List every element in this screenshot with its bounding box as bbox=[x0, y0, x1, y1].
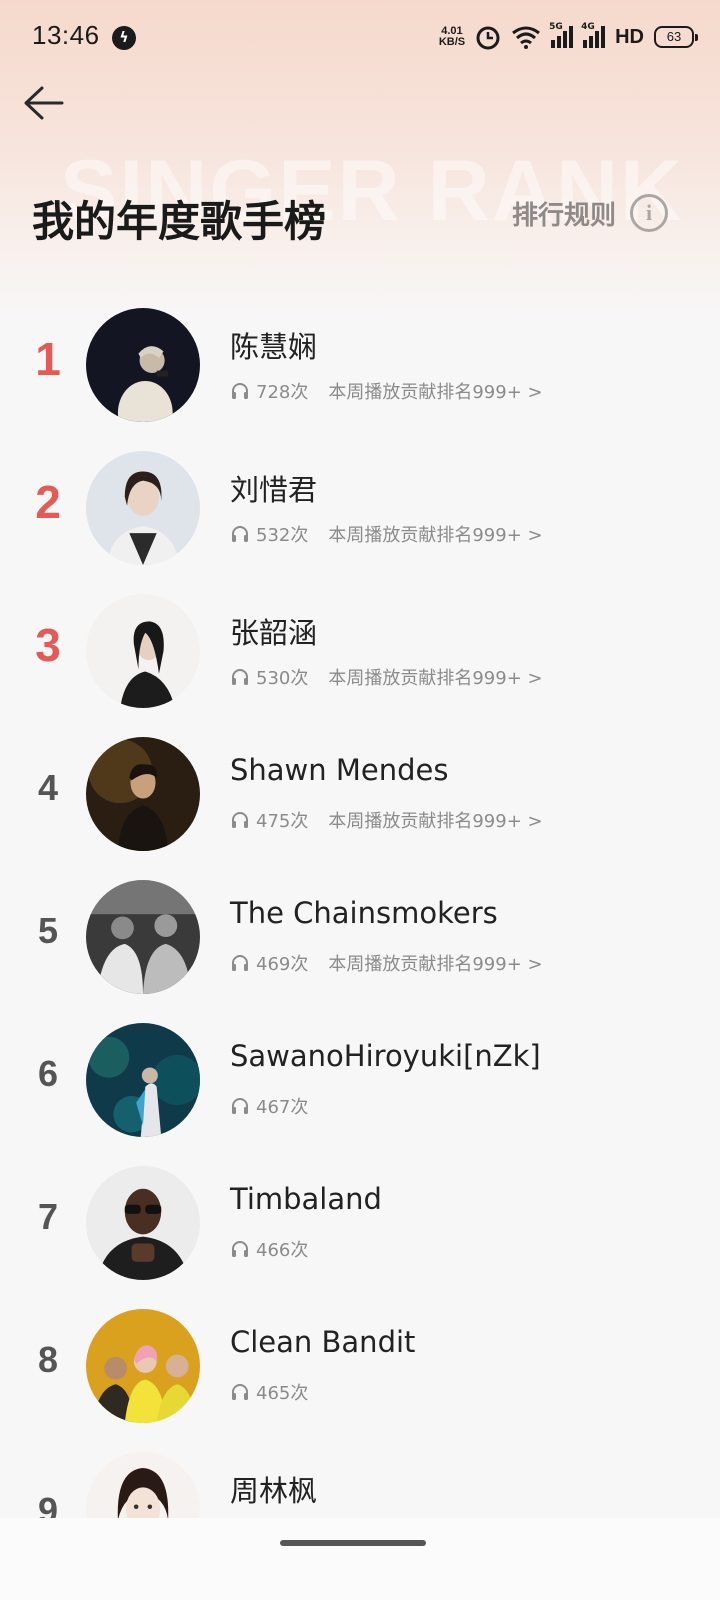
rank-number: 9 bbox=[37, 1490, 59, 1520]
rank-number: 1 bbox=[35, 333, 61, 385]
arrow-left-icon bbox=[24, 86, 64, 120]
play-count: 467次 bbox=[256, 1097, 309, 1118]
headphones-icon bbox=[232, 669, 248, 685]
rank-number: 2 bbox=[35, 476, 61, 528]
network-speed-unit: KB/S bbox=[438, 36, 466, 48]
artist-row[interactable]: 8 Clean Bandit 465次 bbox=[0, 1305, 720, 1448]
play-stats: 465次 bbox=[230, 1379, 328, 1405]
rank-number: 4 bbox=[37, 767, 59, 808]
headphones-icon bbox=[232, 812, 248, 828]
status-time: 13:46 bbox=[32, 20, 100, 50]
back-button[interactable] bbox=[20, 80, 68, 128]
system-navigation-bar bbox=[0, 1518, 720, 1600]
artist-row[interactable]: 6 SawanoHiroyuki[nZk] 467次 bbox=[0, 1019, 720, 1162]
network-speed: 4.01 KB/S bbox=[439, 26, 465, 48]
play-stats: 532次 本周播放贡献排名999+ > bbox=[230, 521, 543, 547]
status-bar: 13:46 ϟ 4.01 KB/S 5G 4G HD 63 bbox=[0, 0, 720, 74]
signal-5g-icon: 5G bbox=[549, 22, 574, 48]
artist-name: 陈慧娴 bbox=[230, 330, 318, 364]
weekly-contribution-link[interactable]: 本周播放贡献排名999+ > bbox=[328, 378, 542, 404]
play-count: 466次 bbox=[256, 1240, 309, 1261]
play-stats: 728次 本周播放贡献排名999+ > bbox=[230, 378, 543, 404]
rank-number: 6 bbox=[37, 1053, 59, 1094]
artist-name: Timbaland bbox=[230, 1182, 382, 1216]
rank-number: 7 bbox=[37, 1196, 59, 1237]
play-count: 728次 bbox=[256, 382, 309, 403]
artist-name: 刘惜君 bbox=[230, 473, 318, 507]
artist-avatar bbox=[86, 308, 200, 422]
artist-name: Shawn Mendes bbox=[230, 753, 449, 787]
artist-row[interactable]: 7 Timbaland 466次 bbox=[0, 1162, 720, 1305]
weekly-contribution-link[interactable]: 本周播放贡献排名999+ > bbox=[328, 807, 542, 833]
alarm-icon bbox=[476, 26, 500, 50]
ranking-rules-button[interactable]: 排行规则 i bbox=[512, 194, 669, 232]
artist-row[interactable]: 1 陈慧娴 728次 本周播放贡献排名999+ > bbox=[0, 304, 720, 447]
artist-rank-list: 1 陈慧娴 728次 本周播放贡献排名999+ > 2 刘惜君 532次 本周播… bbox=[0, 300, 720, 1520]
play-count: 475次 bbox=[256, 811, 309, 832]
artist-name: SawanoHiroyuki[nZk] bbox=[230, 1039, 541, 1073]
play-stats: 466次 bbox=[230, 1236, 328, 1262]
headphones-icon bbox=[232, 383, 248, 399]
status-icons: 4.01 KB/S 5G 4G HD 63 bbox=[439, 22, 698, 52]
artist-avatar bbox=[86, 1452, 200, 1520]
artist-avatar bbox=[86, 594, 200, 708]
play-stats: 475次 本周播放贡献排名999+ > bbox=[230, 807, 543, 833]
artist-row[interactable]: 4 Shawn Mendes 475次 本周播放贡献排名999+ > bbox=[0, 733, 720, 876]
play-count: 465次 bbox=[256, 1383, 309, 1404]
artist-row[interactable]: 5 The Chainsmokers 469次 本周播放贡献排名999+ > bbox=[0, 876, 720, 1019]
play-stats: 530次 本周播放贡献排名999+ > bbox=[230, 664, 543, 690]
weekly-contribution-link[interactable]: 本周播放贡献排名999+ > bbox=[328, 521, 542, 547]
headphones-icon bbox=[232, 1098, 248, 1114]
artist-avatar bbox=[86, 1166, 200, 1280]
rank-number: 8 bbox=[37, 1339, 59, 1380]
rank-number: 3 bbox=[35, 619, 61, 671]
artist-row[interactable]: 2 刘惜君 532次 本周播放贡献排名999+ > bbox=[0, 447, 720, 590]
weekly-contribution-link[interactable]: 本周播放贡献排名999+ > bbox=[328, 950, 542, 976]
signal-5g-label: 5G bbox=[549, 22, 563, 32]
page-title: 我的年度歌手榜 bbox=[32, 197, 327, 246]
artist-avatar bbox=[86, 451, 200, 565]
artist-name: 周林枫 bbox=[230, 1474, 318, 1508]
artist-avatar bbox=[86, 1309, 200, 1423]
battery-icon: 63 bbox=[654, 26, 698, 48]
headphones-icon bbox=[232, 955, 248, 971]
play-count: 469次 bbox=[256, 954, 309, 975]
home-indicator[interactable] bbox=[280, 1540, 426, 1546]
play-count: 530次 bbox=[256, 668, 309, 689]
play-stats: 467次 bbox=[230, 1093, 328, 1119]
artist-name: Clean Bandit bbox=[230, 1325, 416, 1359]
artist-name: 张韶涵 bbox=[230, 616, 318, 650]
artist-avatar bbox=[86, 737, 200, 851]
headphones-icon bbox=[232, 1241, 248, 1257]
artist-row[interactable]: 9 周林枫 bbox=[0, 1448, 720, 1520]
notification-app-icon: ϟ bbox=[112, 26, 136, 50]
artist-avatar bbox=[86, 1023, 200, 1137]
signal-4g-label: 4G bbox=[581, 22, 595, 32]
signal-4g-icon: 4G bbox=[581, 22, 606, 48]
artist-row[interactable]: 3 张韶涵 530次 本周播放贡献排名999+ > bbox=[0, 590, 720, 733]
rank-number: 5 bbox=[37, 910, 59, 951]
ranking-rules-label: 排行规则 bbox=[512, 200, 617, 231]
hd-voice-icon: HD bbox=[615, 25, 644, 48]
play-count: 532次 bbox=[256, 525, 309, 546]
headphones-icon bbox=[232, 1384, 248, 1400]
wifi-icon bbox=[512, 26, 541, 49]
info-icon: i bbox=[630, 194, 669, 232]
artist-name: The Chainsmokers bbox=[230, 896, 498, 930]
weekly-contribution-link[interactable]: 本周播放贡献排名999+ > bbox=[328, 664, 542, 690]
artist-avatar bbox=[86, 880, 200, 994]
headphones-icon bbox=[232, 526, 248, 542]
play-stats: 469次 本周播放贡献排名999+ > bbox=[230, 950, 543, 976]
